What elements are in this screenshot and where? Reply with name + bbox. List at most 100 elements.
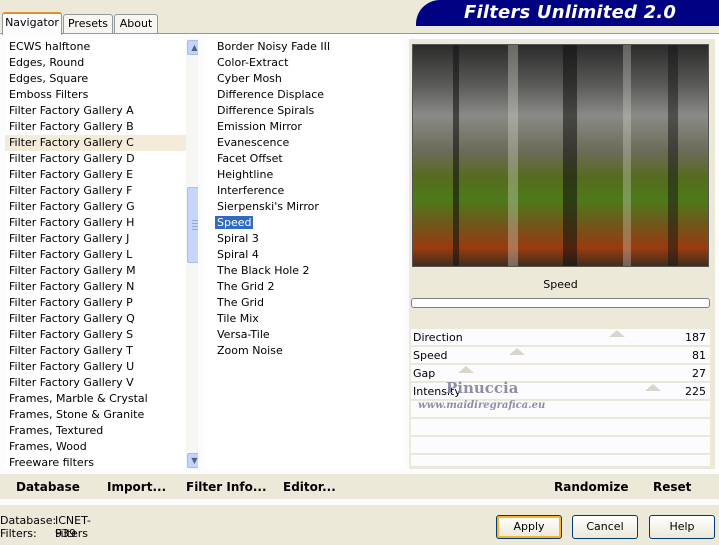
param-value[interactable]: 225 xyxy=(685,384,706,399)
filter-item[interactable]: Difference Displace xyxy=(204,87,404,103)
filter-item-label: The Black Hole 2 xyxy=(217,264,310,277)
tab-presets[interactable]: Presets xyxy=(63,14,113,34)
filter-item[interactable]: Zoom Noise xyxy=(204,343,404,359)
category-item[interactable]: Filter Factory Gallery F xyxy=(5,183,198,199)
category-item[interactable]: Frames, Textured xyxy=(5,423,198,439)
grip-line xyxy=(192,223,198,224)
category-item[interactable]: ECWS halftone xyxy=(5,39,198,55)
database-button[interactable]: Database xyxy=(16,478,80,496)
category-item[interactable]: Filter Factory Gallery S xyxy=(5,327,198,343)
category-item[interactable]: Filter Factory Gallery E xyxy=(5,167,198,183)
filter-item-label: Versa-Tile xyxy=(217,328,270,341)
param-slider-row[interactable]: Speed 81 xyxy=(411,347,710,364)
filter-list[interactable]: Border Noisy Fade III Color-Extract Cyber … xyxy=(204,39,404,469)
filter-item-label: Spiral 3 xyxy=(217,232,259,245)
preview-streak xyxy=(668,45,678,266)
category-items: ECWS halftone Edges, Round Edges, Square Em… xyxy=(5,39,198,469)
filter-item[interactable]: Tile Mix xyxy=(204,311,404,327)
filter-item[interactable]: Heightline xyxy=(204,167,404,183)
progress-bar xyxy=(411,298,710,308)
slider-thumb-icon[interactable] xyxy=(458,366,475,373)
slider-thumb-icon[interactable] xyxy=(509,348,526,355)
category-item[interactable]: Filter Factory Gallery U xyxy=(5,359,198,375)
category-item[interactable]: Frames, Marble & Crystal xyxy=(5,391,198,407)
reset-button[interactable]: Reset xyxy=(653,478,691,496)
filter-item-label: Interference xyxy=(217,184,285,197)
filter-item-label: Difference Spirals xyxy=(217,104,315,117)
filter-item[interactable]: Speed xyxy=(204,215,404,231)
randomize-button[interactable]: Randomize xyxy=(554,478,628,496)
category-item[interactable]: Filter Factory Gallery P xyxy=(5,295,198,311)
scroll-thumb[interactable] xyxy=(187,187,198,263)
filter-item-label: Color-Extract xyxy=(217,56,289,69)
cancel-button[interactable]: Cancel xyxy=(572,515,638,539)
category-item[interactable]: Frames, Stone & Granite xyxy=(5,407,198,423)
filter-item[interactable]: Emission Mirror xyxy=(204,119,404,135)
slider-thumb-icon[interactable] xyxy=(608,330,625,337)
category-item[interactable]: Emboss Filters xyxy=(5,87,198,103)
category-item[interactable]: Filter Factory Gallery N xyxy=(5,279,198,295)
category-item[interactable]: Filter Factory Gallery B xyxy=(5,119,198,135)
filter-item-label: Zoom Noise xyxy=(217,344,283,357)
filter-item[interactable]: Versa-Tile xyxy=(204,327,404,343)
filter-item[interactable]: Facet Offset xyxy=(204,151,404,167)
filter-item[interactable]: Evanescence xyxy=(204,135,404,151)
param-label: Speed xyxy=(413,349,448,362)
filter-item[interactable]: The Grid xyxy=(204,295,404,311)
param-row-empty xyxy=(411,455,710,467)
category-item[interactable]: Filter Factory Gallery L xyxy=(5,247,198,263)
watermark-url: www.maidiregrafica.eu xyxy=(418,400,546,411)
param-value[interactable]: 81 xyxy=(692,348,706,363)
filter-item[interactable]: Difference Spirals xyxy=(204,103,404,119)
category-item[interactable]: Filter Factory Gallery D xyxy=(5,151,198,167)
param-label: Direction xyxy=(413,331,463,344)
category-item[interactable]: Filter Factory Gallery Q xyxy=(5,311,198,327)
category-scrollbar[interactable]: ▲ ▼ xyxy=(186,39,198,469)
filter-item[interactable]: The Grid 2 xyxy=(204,279,404,295)
scroll-down-icon[interactable]: ▼ xyxy=(187,453,198,468)
filter-item-label: Spiral 4 xyxy=(217,248,259,261)
param-slider-row[interactable]: Direction 187 xyxy=(411,329,710,346)
tab-navigator[interactable]: Navigator xyxy=(2,12,62,35)
category-item[interactable]: Frames, Wood xyxy=(5,439,198,455)
filter-item[interactable]: Spiral 3 xyxy=(204,231,404,247)
filter-item[interactable]: Sierpenski's Mirror xyxy=(204,199,404,215)
current-filter-name: Speed xyxy=(411,273,710,297)
action-bar: Database Import... Filter Info... Editor… xyxy=(0,474,719,499)
category-item[interactable]: Filter Factory Gallery M xyxy=(5,263,198,279)
filter-info-button[interactable]: Filter Info... xyxy=(186,478,267,496)
filter-item[interactable]: Spiral 4 xyxy=(204,247,404,263)
category-item[interactable]: Filter Factory Gallery A xyxy=(5,103,198,119)
filter-item-label: Tile Mix xyxy=(217,312,259,325)
category-item[interactable]: Edges, Round xyxy=(5,55,198,71)
category-item[interactable]: Filter Factory Gallery G xyxy=(5,199,198,215)
preview-streak xyxy=(508,45,518,266)
category-item[interactable]: Edges, Square xyxy=(5,71,198,87)
scroll-up-icon[interactable]: ▲ xyxy=(187,40,198,55)
param-value[interactable]: 27 xyxy=(692,366,706,381)
preview-streak xyxy=(453,45,459,266)
category-item[interactable]: Filter Factory Gallery J xyxy=(5,231,198,247)
category-item[interactable]: Filter Factory Gallery V xyxy=(5,375,198,391)
filter-item[interactable]: Border Noisy Fade III xyxy=(204,39,404,55)
filter-item[interactable]: The Black Hole 2 xyxy=(204,263,404,279)
editor-button[interactable]: Editor... xyxy=(283,478,336,496)
param-value[interactable]: 187 xyxy=(685,330,706,345)
category-item[interactable]: Freeware filters xyxy=(5,455,198,469)
slider-thumb-icon[interactable] xyxy=(644,384,661,391)
navigator-panel: ECWS halftone Edges, Round Edges, Square Em… xyxy=(0,33,719,505)
app-title: Filters Unlimited 2.0 xyxy=(416,0,719,26)
filter-item-label: Border Noisy Fade III xyxy=(217,40,331,53)
help-button[interactable]: Help xyxy=(649,515,715,539)
category-item[interactable]: Filter Factory Gallery H xyxy=(5,215,198,231)
filter-item-label: Sierpenski's Mirror xyxy=(217,200,319,213)
filter-item[interactable]: Color-Extract xyxy=(204,55,404,71)
apply-button[interactable]: Apply xyxy=(496,515,562,539)
filter-item[interactable]: Cyber Mosh xyxy=(204,71,404,87)
category-list[interactable]: ECWS halftone Edges, Round Edges, Square Em… xyxy=(5,39,198,469)
filter-item[interactable]: Interference xyxy=(204,183,404,199)
tab-about[interactable]: About xyxy=(114,14,158,34)
import-button[interactable]: Import... xyxy=(107,478,166,496)
category-item[interactable]: Filter Factory Gallery T xyxy=(5,343,198,359)
category-item[interactable]: Filter Factory Gallery C xyxy=(5,135,198,151)
